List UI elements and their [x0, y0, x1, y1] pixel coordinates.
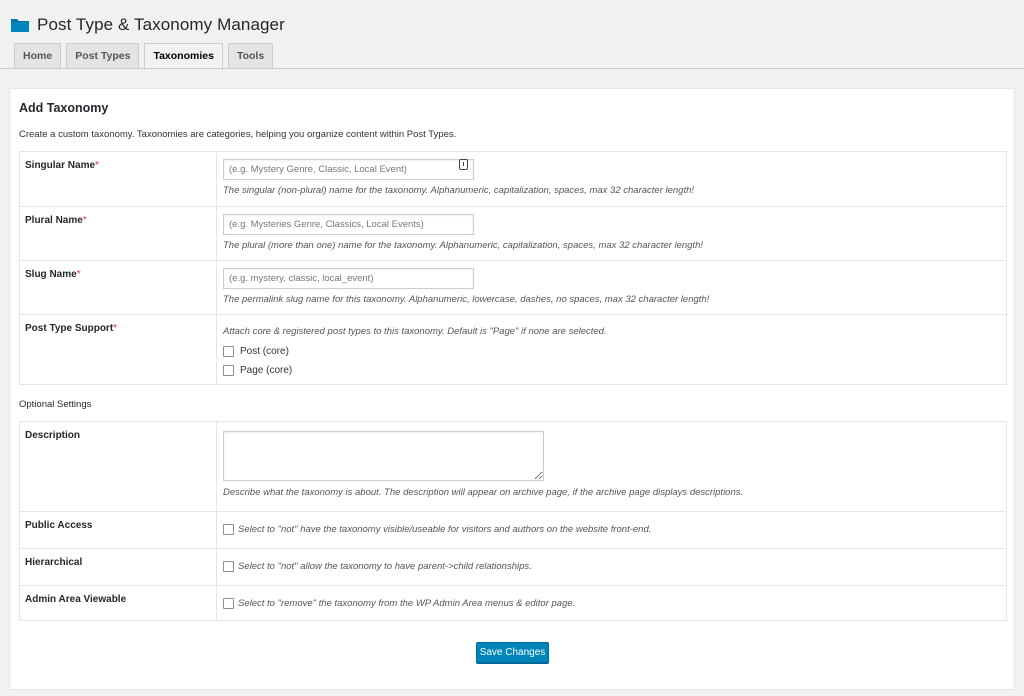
- slug-name-row: Slug Name* The permalink slug name for t…: [20, 260, 1006, 314]
- description-row: Description Describe what the taxonomy i…: [20, 422, 1006, 511]
- admin-viewable-label: Admin Area Viewable: [20, 586, 217, 620]
- public-access-help: Select to "not" have the taxonomy visibl…: [238, 524, 652, 535]
- plural-name-label: Plural Name*: [20, 207, 217, 260]
- page-core-label[interactable]: Page (core): [240, 365, 292, 376]
- description-help: Describe what the taxonomy is about. The…: [223, 487, 744, 498]
- plural-name-row: Plural Name* The plural (more than one) …: [20, 206, 1006, 260]
- tab-tools[interactable]: Tools: [227, 43, 274, 69]
- tab-bar: Home Post Types Taxonomies Tools: [14, 43, 278, 70]
- public-access-row: Public Access Select to "not" have the t…: [20, 511, 1006, 548]
- tab-divider: [0, 68, 1024, 69]
- required-marker: *: [82, 215, 87, 226]
- public-access-checkbox[interactable]: [223, 524, 234, 535]
- post-core-checkbox[interactable]: [223, 346, 234, 357]
- slug-name-help: The permalink slug name for this taxonom…: [223, 294, 710, 305]
- tab-taxonomies[interactable]: Taxonomies: [144, 43, 223, 70]
- post-type-support-row: Post Type Support* Attach core & registe…: [20, 314, 1006, 384]
- page-core-checkbox[interactable]: [223, 365, 234, 376]
- admin-viewable-help: Select to "remove" the taxonomy from the…: [238, 598, 576, 609]
- description-label: Description: [20, 422, 217, 511]
- page-header: Post Type & Taxonomy Manager: [11, 12, 285, 38]
- singular-name-label: Singular Name*: [20, 152, 217, 206]
- optional-settings-title: Optional Settings: [19, 399, 92, 410]
- intro-text: Create a custom taxonomy. Taxonomies are…: [19, 129, 457, 140]
- slug-name-input[interactable]: [223, 268, 474, 289]
- singular-name-input[interactable]: [223, 159, 474, 180]
- singular-name-row: Singular Name* The singular (non-plural)…: [20, 152, 1006, 206]
- optional-fields-table: Description Describe what the taxonomy i…: [19, 421, 1007, 621]
- plural-name-help: The plural (more than one) name for the …: [223, 240, 703, 251]
- public-access-label: Public Access: [20, 512, 217, 548]
- post-type-support-help: Attach core & registered post types to t…: [223, 326, 607, 337]
- page-title: Post Type & Taxonomy Manager: [37, 15, 285, 34]
- admin-viewable-row: Admin Area Viewable Select to "remove" t…: [20, 585, 1006, 620]
- singular-name-help: The singular (non-plural) name for the t…: [223, 185, 695, 196]
- add-taxonomy-panel: Add Taxonomy Create a custom taxonomy. T…: [9, 88, 1015, 690]
- tab-post-types[interactable]: Post Types: [66, 43, 140, 69]
- section-heading: Add Taxonomy: [19, 101, 109, 115]
- required-fields-table: Singular Name* The singular (non-plural)…: [19, 151, 1007, 385]
- admin-viewable-checkbox[interactable]: [223, 598, 234, 609]
- plural-name-input[interactable]: [223, 214, 474, 235]
- hierarchical-help: Select to "not" allow the taxonomy to ha…: [238, 561, 532, 572]
- folder-icon: [11, 19, 29, 32]
- password-manager-icon[interactable]: [459, 159, 468, 170]
- hierarchical-label: Hierarchical: [20, 549, 217, 585]
- required-marker: *: [76, 269, 81, 280]
- post-core-label[interactable]: Post (core): [240, 346, 289, 357]
- post-type-support-label: Post Type Support*: [20, 315, 217, 384]
- hierarchical-checkbox[interactable]: [223, 561, 234, 572]
- hierarchical-row: Hierarchical Select to "not" allow the t…: [20, 548, 1006, 585]
- description-textarea[interactable]: [223, 431, 544, 481]
- save-changes-button[interactable]: Save Changes: [476, 642, 549, 663]
- required-marker: *: [95, 160, 99, 171]
- required-marker: *: [113, 323, 118, 334]
- tab-home[interactable]: Home: [14, 43, 62, 69]
- slug-name-label: Slug Name*: [20, 261, 217, 314]
